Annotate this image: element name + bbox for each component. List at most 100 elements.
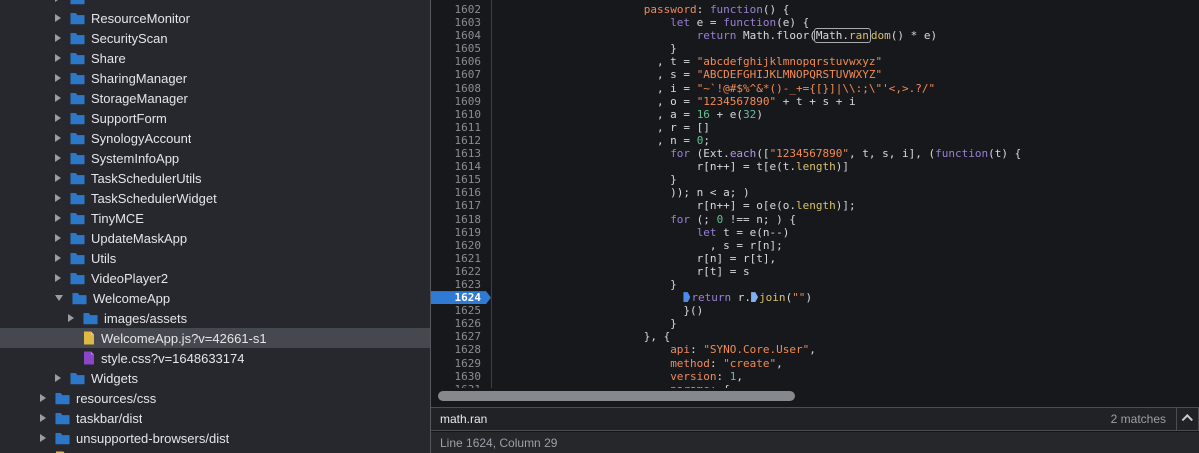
line-number[interactable]: 1617 — [431, 199, 491, 212]
line-number[interactable]: 1608 — [431, 82, 491, 95]
line-number[interactable]: 1625 — [431, 304, 491, 317]
disclosure-triangle-icon[interactable] — [55, 214, 61, 222]
disclosure-triangle-icon[interactable] — [40, 394, 46, 402]
code-line[interactable]: 1628 api: "SYNO.Core.User", — [431, 343, 1199, 356]
line-number[interactable]: 1616 — [431, 186, 491, 199]
code-line[interactable]: 1629 method: "create", — [431, 357, 1199, 370]
tree-item-SharingManager[interactable]: SharingManager — [0, 68, 430, 88]
line-number[interactable]: 1630 — [431, 370, 491, 383]
code-line[interactable]: 1620 , s = r[n]; — [431, 239, 1199, 252]
disclosure-triangle-icon[interactable] — [55, 114, 61, 122]
disclosure-triangle-icon[interactable] — [55, 174, 61, 182]
tree-item-style.css?v=1648633174[interactable]: style.css?v=1648633174 — [0, 348, 430, 368]
disclosure-triangle-icon[interactable] — [55, 374, 61, 382]
code-line[interactable]: 1614 r[n++] = t[e(t.length)] — [431, 160, 1199, 173]
code-line[interactable]: 1627 }, { — [431, 330, 1199, 343]
disclosure-triangle-icon[interactable] — [55, 54, 61, 62]
tree-item-Widgets[interactable]: Widgets — [0, 368, 430, 388]
tree-item-Utils[interactable]: Utils — [0, 248, 430, 268]
disclosure-triangle-icon[interactable] — [68, 314, 74, 322]
tree-item-SecurityScan[interactable]: SecurityScan — [0, 28, 430, 48]
tree-item-VideoPlayer2[interactable]: VideoPlayer2 — [0, 268, 430, 288]
disclosure-triangle-icon[interactable] — [55, 0, 61, 2]
disclosure-triangle-icon[interactable] — [40, 414, 46, 422]
line-number[interactable]: 1603 — [431, 16, 491, 29]
line-number[interactable]: 1614 — [431, 160, 491, 173]
line-number[interactable]: 1626 — [431, 317, 491, 330]
tree-item-TinyMCE[interactable]: TinyMCE — [0, 208, 430, 228]
code-line[interactable]: 1617 r[n++] = o[e(o.length)]; — [431, 199, 1199, 212]
tree-item-clipped[interactable] — [0, 0, 430, 8]
line-number[interactable]: 1610 — [431, 108, 491, 121]
line-number[interactable]: 1613 — [431, 147, 491, 160]
line-number[interactable]: 1621 — [431, 252, 491, 265]
line-number[interactable]: 1615 — [431, 173, 491, 186]
line-number[interactable]: 1629 — [431, 357, 491, 370]
code-editor[interactable]: 1602 password: function() {1603 let e = … — [431, 0, 1199, 453]
line-number[interactable]: 1619 — [431, 226, 491, 239]
current-line-marker[interactable]: 1624 — [431, 291, 491, 304]
tree-item-images/assets[interactable]: images/assets — [0, 308, 430, 328]
tree-item-WelcomeApp[interactable]: WelcomeApp — [0, 288, 430, 308]
disclosure-triangle-icon[interactable] — [55, 94, 61, 102]
horizontal-scrollbar[interactable] — [438, 391, 795, 401]
code-line[interactable]: 1606 , t = "abcdefghijklmnopqrstuvwxyz" — [431, 55, 1199, 68]
line-number[interactable]: 1605 — [431, 42, 491, 55]
line-number[interactable]: 1602 — [431, 3, 491, 16]
code-line[interactable]: 1624 return r.join("") — [431, 291, 1199, 304]
inline-breakpoint-icon[interactable] — [683, 292, 690, 302]
tree-item-unsupported-browsers/dist[interactable]: unsupported-browsers/dist — [0, 428, 430, 448]
code-line[interactable]: 1610 , a = 16 + e(32) — [431, 108, 1199, 121]
code-line[interactable]: 1607 , s = "ABCDEFGHIJKLMNOPQRSTUVWXYZ" — [431, 68, 1199, 81]
line-number[interactable]: 1623 — [431, 278, 491, 291]
tree-item-UpdateMaskApp[interactable]: UpdateMaskApp — [0, 228, 430, 248]
code-line[interactable]: 1625 }() — [431, 304, 1199, 317]
disclosure-triangle-icon[interactable] — [55, 274, 61, 282]
tree-item-taskbar/dist[interactable]: taskbar/dist — [0, 408, 430, 428]
tree-item-SystemInfoApp[interactable]: SystemInfoApp — [0, 148, 430, 168]
code-line[interactable]: 1626 } — [431, 317, 1199, 330]
disclosure-triangle-icon[interactable] — [55, 14, 61, 22]
code-line[interactable]: 1615 } — [431, 173, 1199, 186]
code-line[interactable]: 1604 return Math.floor(Math.random() * e… — [431, 29, 1199, 42]
tree-item-Share[interactable]: Share — [0, 48, 430, 68]
disclosure-triangle-icon[interactable] — [55, 295, 63, 301]
line-number[interactable]: 1620 — [431, 239, 491, 252]
disclosure-triangle-icon[interactable] — [55, 34, 61, 42]
code-line[interactable]: 1616 )); n < a; ) — [431, 186, 1199, 199]
line-number[interactable]: 1607 — [431, 68, 491, 81]
tree-item-TaskSchedulerUtils[interactable]: TaskSchedulerUtils — [0, 168, 430, 188]
code-line[interactable]: 1608 , i = "~`!@#$%^&*()-_+={[}]|\\:;\"'… — [431, 82, 1199, 95]
line-number[interactable]: 1612 — [431, 134, 491, 147]
line-number[interactable]: 1604 — [431, 29, 491, 42]
code-line[interactable]: 1630 version: 1, — [431, 370, 1199, 383]
horizontal-scrollbar-track[interactable] — [431, 388, 1199, 406]
line-number[interactable]: 1627 — [431, 330, 491, 343]
code-line[interactable]: 1623 } — [431, 278, 1199, 291]
line-number[interactable]: 1611 — [431, 121, 491, 134]
line-number[interactable]: 1628 — [431, 343, 491, 356]
code-line[interactable]: 1602 password: function() { — [431, 3, 1199, 16]
tree-item-TaskSchedulerWidget[interactable]: TaskSchedulerWidget — [0, 188, 430, 208]
disclosure-triangle-icon[interactable] — [55, 74, 61, 82]
search-input[interactable]: math.ran — [431, 412, 1111, 426]
tree-item-StorageManager[interactable]: StorageManager — [0, 88, 430, 108]
line-number[interactable]: 1622 — [431, 265, 491, 278]
line-number[interactable]: 1606 — [431, 55, 491, 68]
code-line[interactable]: 1622 r[t] = s — [431, 265, 1199, 278]
line-number[interactable]: 1609 — [431, 95, 491, 108]
tree-item-resources/css[interactable]: resources/css — [0, 388, 430, 408]
disclosure-triangle-icon[interactable] — [55, 154, 61, 162]
tree-item-WelcomeApp.js?v=42661-s1[interactable]: WelcomeApp.js?v=42661-s1 — [0, 328, 430, 348]
code-line[interactable]: 1612 , n = 0; — [431, 134, 1199, 147]
code-line[interactable]: 1611 , r = [] — [431, 121, 1199, 134]
disclosure-triangle-icon[interactable] — [55, 194, 61, 202]
code-line[interactable]: 1605 } — [431, 42, 1199, 55]
code-line[interactable]: 1613 for (Ext.each(["1234567890", t, s, … — [431, 147, 1199, 160]
search-previous-button[interactable] — [1177, 408, 1198, 430]
tree-item-ResourceMonitor[interactable]: ResourceMonitor — [0, 8, 430, 28]
disclosure-triangle-icon[interactable] — [55, 234, 61, 242]
disclosure-triangle-icon[interactable] — [55, 134, 61, 142]
code-line[interactable]: 1618 for (; 0 !== n; ) { — [431, 213, 1199, 226]
tree-item-SynologyAccount[interactable]: SynologyAccount — [0, 128, 430, 148]
